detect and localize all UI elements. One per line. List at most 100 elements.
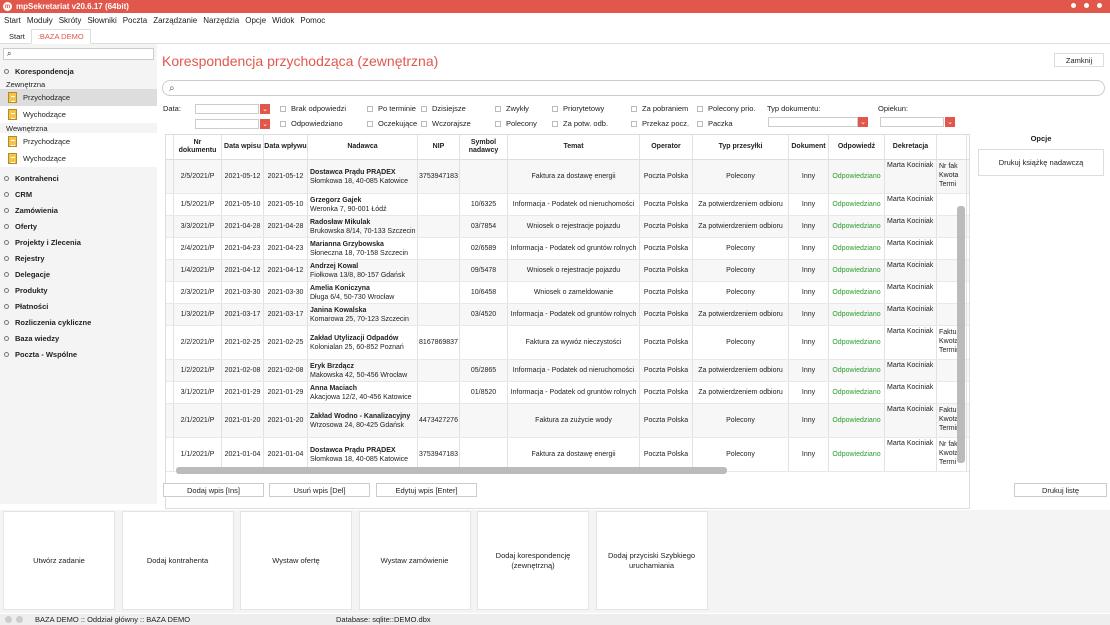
table-row[interactable]: 2/3/2021/P 2021-03-30 2021-03-30 Amelia Kon… [166,282,969,304]
sidebar-cat-2[interactable]: Zamówienia [0,202,157,218]
table-row[interactable]: 1/4/2021/P 2021-04-12 2021-04-12 Andrzej Ko… [166,260,969,282]
checkbox-icon[interactable] [552,120,558,127]
close-window-icon[interactable] [1097,3,1102,8]
table-row[interactable]: 1/5/2021/P 2021-05-10 2021-05-10 Grzegorz G… [166,194,969,216]
doc-type-dropdown-icon[interactable]: ⌄ [858,117,868,127]
opiekun-select[interactable] [880,117,944,127]
column-header[interactable] [937,135,967,159]
menu-s-owniki[interactable]: Słowniki [87,16,116,25]
table-row[interactable]: 1/3/2021/P 2021-03-17 2021-03-17 Janina Kow… [166,304,969,326]
filter-checkbox[interactable]: Za pobraniem [631,104,688,113]
column-header[interactable]: Temat [508,135,640,159]
date-from-picker-icon[interactable]: ⌄ [260,104,270,114]
sidebar-cat-0[interactable]: Kontrahenci [0,170,157,186]
checkbox-icon[interactable] [631,105,637,112]
column-header[interactable]: Typ przesyłki [693,135,789,159]
menu-opcje[interactable]: Opcje [245,16,266,25]
sidebar-cat-10[interactable]: Baza wiedzy [0,330,157,346]
sidebar-item-przychodzace-wew[interactable]: Przychodzące [0,133,157,150]
menu-start[interactable]: Start [4,16,21,25]
date-to-input[interactable] [195,119,259,129]
menu-narz-dzia[interactable]: Narzędzia [203,16,239,25]
sidebar-cat-9[interactable]: Rozliczenia cykliczne [0,314,157,330]
quick-action-button[interactable]: Dodaj korespondencję (zewnętrzną) [477,511,589,610]
checkbox-icon[interactable] [367,105,373,112]
sidebar-cat-4[interactable]: Projekty i Zlecenia [0,234,157,250]
filter-checkbox[interactable]: Dzisiejsze [421,104,466,113]
sidebar-item-wychodzace-wew[interactable]: Wychodzące [0,150,157,167]
window-controls[interactable] [1071,3,1102,8]
checkbox-icon[interactable] [495,120,501,127]
quick-action-button[interactable]: Dodaj przyciski Szybkiego uruchamiania [595,511,708,610]
print-book-button[interactable]: Drukuj książkę nadawczą [978,149,1104,176]
menu-skr-ty[interactable]: Skróty [59,16,82,25]
tab-start[interactable]: Start [3,30,31,43]
filter-checkbox[interactable]: Zwykły [495,104,529,113]
sidebar-cat-7[interactable]: Produkty [0,282,157,298]
filter-checkbox[interactable]: Odpowiedziano [280,119,343,128]
close-button[interactable]: Zamknij [1054,53,1104,67]
table-row[interactable]: 2/1/2021/P 2021-01-20 2021-01-20 Zakład Wod… [166,404,969,438]
column-header[interactable]: Symbol nadawcy [460,135,508,159]
menu-widok[interactable]: Widok [272,16,294,25]
sidebar-cat-11[interactable]: Poczta - Wspólne [0,346,157,362]
filter-checkbox[interactable]: Za potw. odb. [552,119,608,128]
date-to-picker-icon[interactable]: ⌄ [260,119,270,129]
checkbox-icon[interactable] [280,120,286,127]
sidebar-cat-3[interactable]: Oferty [0,218,157,234]
date-from-input[interactable] [195,104,259,114]
checkbox-icon[interactable] [697,120,703,127]
checkbox-icon[interactable] [421,105,427,112]
column-header[interactable]: NIP [418,135,460,159]
sidebar-cat-6[interactable]: Delegacje [0,266,157,282]
add-entry-button[interactable]: Dodaj wpis [Ins] [163,483,264,497]
column-header[interactable]: Dokument [789,135,829,159]
menu-poczta[interactable]: Poczta [123,16,147,25]
table-row[interactable]: 1/2/2021/P 2021-02-08 2021-02-08 Eryk Brzdą… [166,360,969,382]
checkbox-icon[interactable] [421,120,427,127]
vertical-scrollbar[interactable] [957,206,965,463]
filter-checkbox[interactable]: Oczekujące [367,119,417,128]
column-header[interactable]: Dekretacja [885,135,937,159]
filter-checkbox[interactable]: Polecony [495,119,537,128]
table-row[interactable]: 2/5/2021/P 2021-05-12 2021-05-12 Dostawca P… [166,160,969,194]
filter-checkbox[interactable]: Polecony prio. [697,104,756,113]
checkbox-icon[interactable] [495,105,501,112]
sidebar-item-przychodzace-zew[interactable]: Przychodzące [0,89,157,106]
filter-checkbox[interactable]: Paczka [697,119,733,128]
quick-action-button[interactable]: Dodaj kontrahenta [121,511,234,610]
column-header[interactable]: Operator [640,135,693,159]
maximize-icon[interactable] [1084,3,1089,8]
print-list-button[interactable]: Drukuj listę [1014,483,1107,497]
column-header[interactable]: Nr dokumentu [174,135,222,159]
sidebar-cat-1[interactable]: CRM [0,186,157,202]
checkbox-icon[interactable] [552,105,558,112]
filter-checkbox[interactable]: Wczorajsze [421,119,471,128]
menu-zarz-dzanie[interactable]: Zarządzanie [153,16,197,25]
horizontal-scrollbar[interactable] [176,467,727,474]
checkbox-icon[interactable] [367,120,373,127]
sidebar-search-input[interactable]: ⌕ [3,48,154,60]
edit-entry-button[interactable]: Edytuj wpis [Enter] [376,483,477,497]
doc-type-select[interactable] [768,117,858,127]
opiekun-dropdown-icon[interactable]: ⌄ [945,117,955,127]
table-row[interactable]: 2/2/2021/P 2021-02-25 2021-02-25 Zakład Uty… [166,326,969,360]
quick-action-button[interactable]: Wystaw zamówienie [358,511,471,610]
column-header[interactable]: Data wpływu [264,135,308,159]
sidebar-item-wychodzace-zew[interactable]: Wychodzące [0,106,157,123]
checkbox-icon[interactable] [697,105,703,112]
table-row[interactable]: 3/1/2021/P 2021-01-29 2021-01-29 Anna Macia… [166,382,969,404]
filter-checkbox[interactable]: Priorytetowy [552,104,604,113]
delete-entry-button[interactable]: Usuń wpis [Del] [269,483,370,497]
quick-action-button[interactable]: Utwórz zadanie [3,511,115,610]
sidebar-cat-8[interactable]: Płatności [0,298,157,314]
quick-action-button[interactable]: Wystaw ofertę [240,511,352,610]
search-input[interactable]: ⌕ [162,80,1105,96]
table-row[interactable]: 2/4/2021/P 2021-04-23 2021-04-23 Marianna G… [166,238,969,260]
column-header[interactable]: Data wpisu [222,135,264,159]
table-row[interactable]: 3/3/2021/P 2021-04-28 2021-04-28 Radosław M… [166,216,969,238]
tab-baza-demo[interactable]: :BAZA DEMO [30,29,91,44]
menu-pomoc[interactable]: Pomoc [300,16,325,25]
sidebar-cat-korespondencja[interactable]: Korespondencja [0,63,157,79]
filter-checkbox[interactable]: Przekaz pocz. [631,119,689,128]
